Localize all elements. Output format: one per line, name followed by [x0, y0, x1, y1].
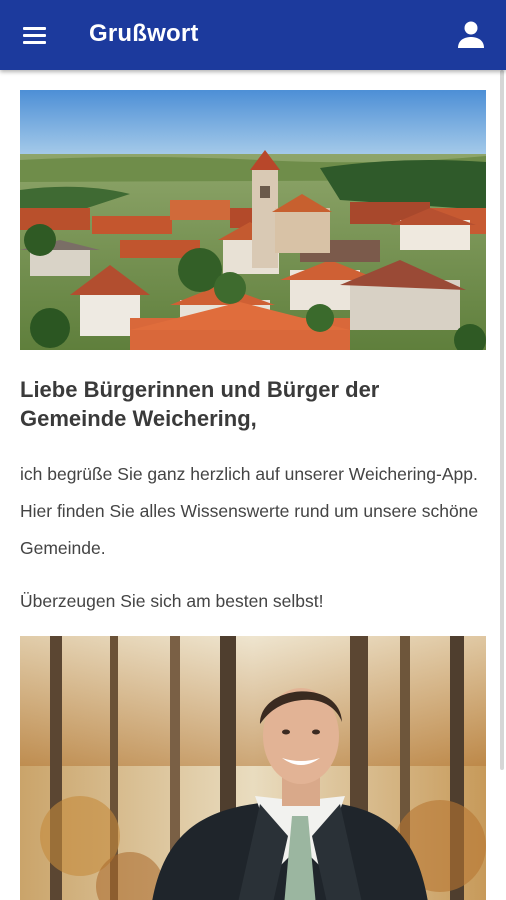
app-bar: Grußwort: [0, 0, 506, 70]
scrollbar[interactable]: [500, 70, 504, 770]
content-area[interactable]: Liebe Bürgerinnen und Bürger der Gemeind…: [0, 70, 506, 900]
account-icon: [458, 21, 484, 48]
menu-button[interactable]: [14, 16, 54, 54]
aerial-village-photo: [20, 90, 486, 350]
app-screen: Grußwort Liebe Bürgerinnen und Bürger de…: [0, 0, 506, 900]
page-title: Grußwort: [89, 20, 199, 47]
closing-paragraph: Überzeugen Sie sich am besten selbst!: [20, 591, 324, 611]
portrait-image: [20, 636, 486, 900]
greeting-paragraph: ich begrüße Sie ganz herzlich auf unsere…: [20, 464, 479, 558]
mayor-portrait-photo: [20, 636, 486, 900]
hero-image: [20, 90, 486, 350]
account-button[interactable]: [454, 18, 488, 52]
greeting-headline: Liebe Bürgerinnen und Bürger der Gemeind…: [20, 377, 380, 431]
